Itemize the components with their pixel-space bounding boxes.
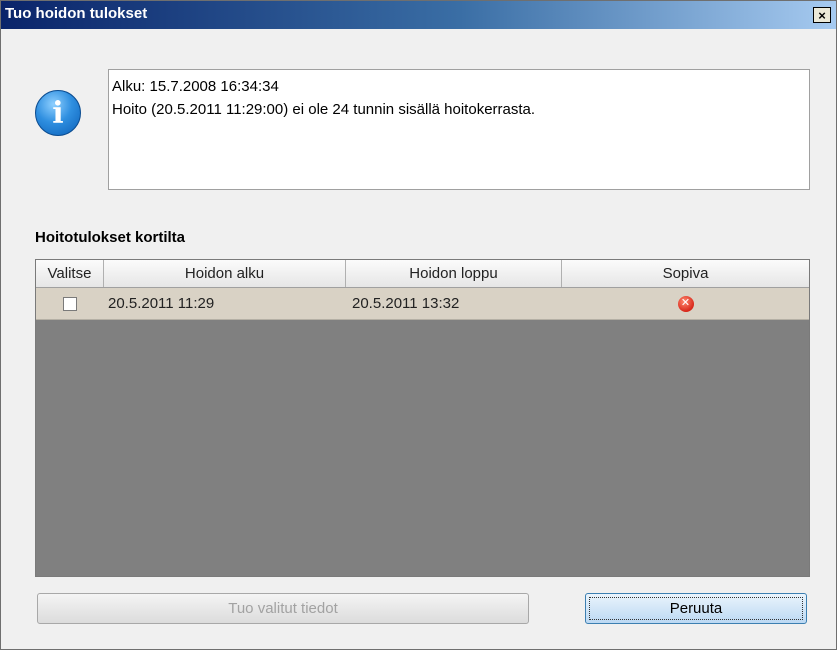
- row-end-cell: 20.5.2011 13:32: [352, 295, 460, 312]
- cancel-button[interactable]: Peruuta: [585, 593, 807, 624]
- row-suitable-cell: ✕: [562, 288, 809, 319]
- column-header-start[interactable]: Hoidon alku: [104, 260, 346, 287]
- section-label: Hoitotulokset kortilta: [35, 229, 186, 246]
- row-select-cell: [36, 288, 104, 319]
- grid-header: Valitse Hoidon alku Hoidon loppu Sopiva: [36, 260, 809, 288]
- row-start-cell: 20.5.2011 11:29: [108, 295, 215, 312]
- error-icon: ✕: [677, 295, 694, 312]
- column-header-end[interactable]: Hoidon loppu: [346, 260, 562, 287]
- title-bar[interactable]: Tuo hoidon tulokset ×: [1, 1, 836, 29]
- message-box: Alku: 15.7.2008 16:34:34 Hoito (20.5.201…: [108, 69, 810, 190]
- cancel-label: Peruuta: [669, 600, 723, 617]
- dialog-window: Tuo hoidon tulokset × i Alku: 15.7.2008 …: [0, 0, 837, 650]
- message-line-start: Alku: 15.7.2008 16:34:34: [112, 78, 279, 95]
- row-select-checkbox[interactable]: [63, 296, 77, 311]
- table-row[interactable]: 20.5.2011 11:29 20.5.2011 13:32 ✕: [36, 288, 809, 320]
- close-button[interactable]: ×: [813, 7, 831, 23]
- window-title: Tuo hoidon tulokset: [5, 5, 148, 22]
- results-grid: Valitse Hoidon alku Hoidon loppu Sopiva …: [35, 259, 810, 577]
- message-line-warning: Hoito (20.5.2011 11:29:00) ei ole 24 tun…: [112, 101, 536, 118]
- info-icon: i: [35, 90, 81, 136]
- column-header-suitable[interactable]: Sopiva: [562, 260, 809, 287]
- close-icon: ×: [818, 7, 826, 23]
- import-selected-label: Tuo valitut tiedot: [228, 600, 338, 617]
- import-selected-button[interactable]: Tuo valitut tiedot: [37, 593, 529, 624]
- column-header-select[interactable]: Valitse: [36, 260, 104, 287]
